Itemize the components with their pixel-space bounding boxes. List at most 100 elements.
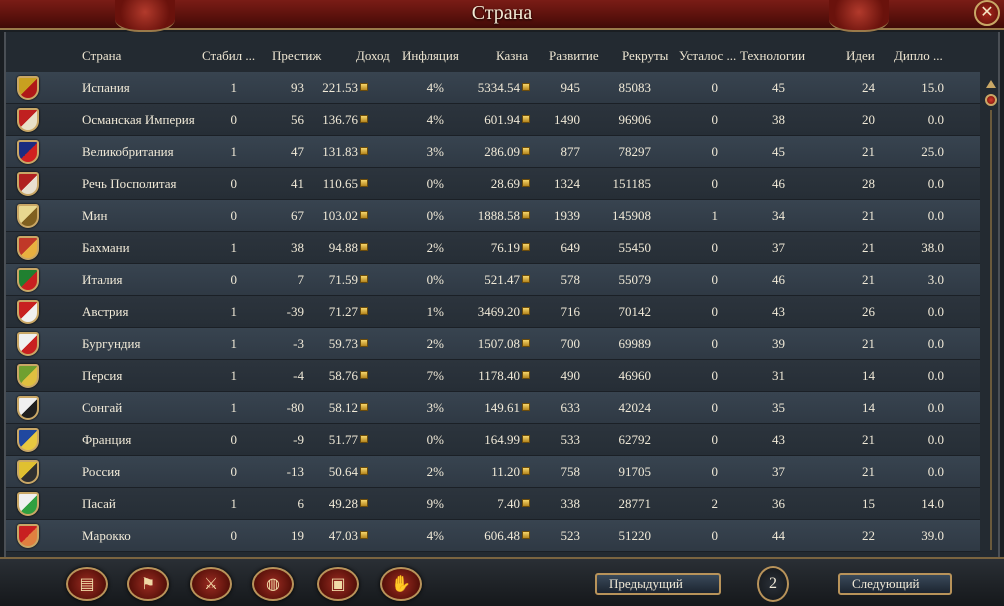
cell-country[interactable]: Австрия — [82, 304, 129, 320]
table-row[interactable]: Речь Посполитая 0 41 110.65 0% 28.69 1324 15118… — [6, 168, 980, 200]
col-header-country[interactable]: Страна — [82, 48, 121, 64]
country-shield-icon[interactable] — [17, 492, 39, 516]
country-shield-icon[interactable] — [17, 364, 39, 388]
table-row[interactable]: Бургундия 1 -3 59.73 2% 1507.08 700 69989 0 39 21 0… — [6, 328, 980, 360]
country-shield-icon[interactable] — [17, 300, 39, 324]
cell-diplo-value: 0.0 — [927, 112, 944, 127]
cell-income: 49.28 — [329, 496, 368, 512]
chest-icon[interactable]: ▣ — [317, 567, 359, 601]
next-page-button[interactable]: Следующий — [838, 573, 952, 595]
cell-technology-value: 45 — [772, 144, 785, 159]
cell-treasury: 3469.20 — [478, 304, 530, 320]
cell-development-value: 877 — [560, 144, 581, 159]
cell-country[interactable]: Пасай — [82, 496, 116, 512]
cell-country-value: Речь Посполитая — [82, 176, 177, 191]
cell-ideas: 24 — [862, 80, 875, 96]
cell-income-value: 103.02 — [322, 208, 358, 223]
coins-icon[interactable]: ◍ — [252, 567, 294, 601]
cell-technology: 43 — [772, 432, 785, 448]
country-shield-icon[interactable] — [17, 428, 39, 452]
scroll-up-icon[interactable] — [986, 80, 996, 88]
cell-stability: 1 — [231, 368, 238, 384]
col-header-inflation[interactable]: Инфляция — [402, 48, 459, 64]
cell-country[interactable]: Бургундия — [82, 336, 140, 352]
cell-country[interactable]: Великобритания — [82, 144, 174, 160]
cell-ideas: 21 — [862, 240, 875, 256]
cell-country[interactable]: Персия — [82, 368, 122, 384]
gold-coin-icon — [360, 307, 368, 315]
cell-income: 94.88 — [329, 240, 368, 256]
cell-country[interactable]: Марокко — [82, 528, 131, 544]
country-shield-icon[interactable] — [17, 172, 39, 196]
previous-page-button[interactable]: Предыдущий — [595, 573, 721, 595]
country-shield-icon[interactable] — [17, 460, 39, 484]
cell-inflation-value: 2% — [426, 464, 444, 479]
table-row[interactable]: Испания 1 93 221.53 4% 5334.54 945 85083 0 45 24 15… — [6, 72, 980, 104]
cell-country[interactable]: Османская Империя — [82, 112, 195, 128]
country-shield-icon[interactable] — [17, 236, 39, 260]
cell-stability: 1 — [231, 304, 238, 320]
cell-country[interactable]: Италия — [82, 272, 123, 288]
cell-ideas: 21 — [862, 272, 875, 288]
col-header-manpower[interactable]: Рекруты — [622, 48, 668, 64]
col-header-treasury[interactable]: Казна — [496, 48, 528, 64]
handshake-icon[interactable]: ✋ — [380, 567, 422, 601]
table-row[interactable]: Великобритания 1 47 131.83 3% 286.09 877 78297 0… — [6, 136, 980, 168]
table-row[interactable]: Османская Империя 0 56 136.76 4% 601.94 1490 96… — [6, 104, 980, 136]
cell-manpower-value: 28771 — [618, 496, 652, 511]
crossed-swords-icon[interactable]: ⚔ — [190, 567, 232, 601]
cell-war-exhaustion-value: 0 — [711, 464, 719, 479]
cell-war-exhaustion: 2 — [712, 496, 719, 512]
cell-development-value: 633 — [560, 400, 581, 415]
table-row[interactable]: Мин 0 67 103.02 0% 1888.58 1939 145908 1 34 21 0.0 — [6, 200, 980, 232]
cell-country[interactable]: Бахмани — [82, 240, 130, 256]
cell-prestige: -4 — [293, 368, 304, 384]
country-shield-icon[interactable] — [17, 268, 39, 292]
col-header-war-exhaustion[interactable]: Усталос ... — [679, 48, 736, 64]
cell-country[interactable]: Россия — [82, 464, 120, 480]
country-shield-icon[interactable] — [17, 140, 39, 164]
col-header-development[interactable]: Развитие — [549, 48, 599, 64]
table-row[interactable]: Австрия 1 -39 71.27 1% 3469.20 716 70142 0 43 26 0.… — [6, 296, 980, 328]
cell-technology: 44 — [772, 528, 785, 544]
country-shield-icon[interactable] — [17, 108, 39, 132]
cell-country[interactable]: Речь Посполитая — [82, 176, 177, 192]
col-header-income[interactable]: Доход — [356, 48, 390, 64]
table-row[interactable]: Сонгай 1 -80 58.12 3% 149.61 633 42024 0 35 14 0.0 — [6, 392, 980, 424]
cell-country[interactable]: Испания — [82, 80, 130, 96]
country-shield-icon[interactable] — [17, 204, 39, 228]
cell-prestige: 93 — [291, 80, 304, 96]
cell-development: 633 — [561, 400, 581, 416]
country-shield-icon[interactable] — [17, 396, 39, 420]
gold-coin-icon — [360, 115, 368, 123]
table-row[interactable]: Бахмани 1 38 94.88 2% 76.19 649 55450 0 37 21 38.0 — [6, 232, 980, 264]
col-header-diplo[interactable]: Дипло ... — [894, 48, 943, 64]
ledger-icon[interactable]: ▤ — [66, 567, 108, 601]
cell-country[interactable]: Сонгай — [82, 400, 122, 416]
table-row[interactable]: Россия 0 -13 50.64 2% 11.20 758 91705 0 37 21 0.0 — [6, 456, 980, 488]
cell-country[interactable]: Франция — [82, 432, 131, 448]
scroll-track[interactable] — [990, 110, 992, 550]
country-shield-icon[interactable] — [17, 332, 39, 356]
table-row[interactable]: Марокко 0 19 47.03 4% 606.48 523 51220 0 44 22 39.0 — [6, 520, 980, 552]
table-row[interactable]: Персия 1 -4 58.76 7% 1178.40 490 46960 0 31 14 0.0 — [6, 360, 980, 392]
table-row[interactable]: Пасай 1 6 49.28 9% 7.40 338 28771 2 36 15 14.0 — [6, 488, 980, 520]
flag-icon[interactable]: ⚑ — [127, 567, 169, 601]
cell-treasury-value: 521.47 — [484, 272, 520, 287]
col-header-prestige[interactable]: Престиж — [272, 48, 321, 64]
cell-stability: 0 — [231, 272, 238, 288]
cell-ideas-value: 21 — [862, 464, 875, 479]
col-header-technology[interactable]: Технологии — [740, 48, 805, 64]
close-icon[interactable]: ✕ — [974, 0, 1000, 26]
col-header-stability[interactable]: Стабил ... — [202, 48, 255, 64]
cell-country[interactable]: Мин — [82, 208, 107, 224]
scrollbar[interactable] — [984, 80, 998, 550]
scroll-thumb[interactable] — [985, 94, 997, 106]
table-row[interactable]: Италия 0 7 71.59 0% 521.47 578 55079 0 46 21 3.0 — [6, 264, 980, 296]
country-shield-icon[interactable] — [17, 76, 39, 100]
table-row[interactable]: Франция 0 -9 51.77 0% 164.99 533 62792 0 43 21 0.0 — [6, 424, 980, 456]
cell-stability-value: 0 — [230, 272, 238, 287]
country-shield-icon[interactable] — [17, 524, 39, 548]
col-header-ideas[interactable]: Идеи — [846, 48, 875, 64]
cell-war-exhaustion-value: 2 — [711, 496, 719, 511]
